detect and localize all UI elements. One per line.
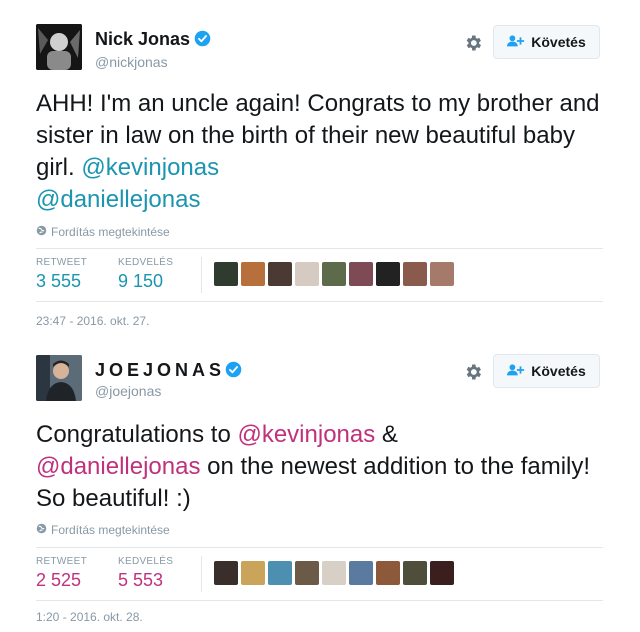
verified-badge-icon xyxy=(225,361,242,383)
tweet-text: Congratulations to @kevinjonas & @daniel… xyxy=(36,421,591,512)
like-label: KEDVELÉS xyxy=(118,556,174,567)
liker-avatars xyxy=(214,561,454,585)
retweet-count: 3 555 xyxy=(36,271,82,291)
mention-link[interactable]: @daniellejonas xyxy=(36,453,200,480)
tweet-nickjonas: Nick Jonas @nickjonas Követés AHH! I'm a… xyxy=(0,0,640,335)
liker-avatar[interactable] xyxy=(349,262,373,286)
tweet-stats: RETWEET 3 555 KEDVELÉS 9 150 xyxy=(36,248,603,302)
liker-avatar[interactable] xyxy=(268,561,292,585)
liker-avatar[interactable] xyxy=(295,262,319,286)
follow-person-plus-icon xyxy=(507,363,525,380)
liker-avatar[interactable] xyxy=(295,561,319,585)
liker-avatar[interactable] xyxy=(403,561,427,585)
liker-avatar[interactable] xyxy=(214,561,238,585)
author-name[interactable]: Nick Jonas xyxy=(95,29,211,52)
tweet-timestamp[interactable]: 23:47 - 2016. okt. 27. xyxy=(36,314,149,328)
author-avatar[interactable] xyxy=(36,355,82,401)
retweet-count: 2 525 xyxy=(36,570,82,590)
like-stat[interactable]: KEDVELÉS 5 553 xyxy=(118,556,173,591)
stats-divider xyxy=(201,556,202,592)
author-avatar[interactable] xyxy=(36,24,82,70)
liker-avatar[interactable] xyxy=(430,262,454,286)
liker-avatar[interactable] xyxy=(376,262,400,286)
tweet-stats: RETWEET 2 525 KEDVELÉS 5 553 xyxy=(36,547,603,601)
liker-avatar[interactable] xyxy=(403,262,427,286)
liker-avatar[interactable] xyxy=(376,561,400,585)
author-name[interactable]: JOEJONAS xyxy=(95,360,242,383)
retweet-label: RETWEET xyxy=(36,257,87,268)
liker-avatar[interactable] xyxy=(241,262,265,286)
gear-icon[interactable] xyxy=(463,362,483,382)
liker-avatar[interactable] xyxy=(214,262,238,286)
follow-button[interactable]: Követés xyxy=(493,25,600,59)
liker-avatar[interactable] xyxy=(349,561,373,585)
follow-label: Követés xyxy=(531,34,586,50)
tweet-text: AHH! I'm an uncle again! Congrats to my … xyxy=(36,90,600,213)
translate-link[interactable]: Fordítás megtekintése xyxy=(36,225,170,239)
retweet-stat[interactable]: RETWEET 2 525 xyxy=(36,556,87,591)
liker-avatars xyxy=(214,262,454,286)
like-stat[interactable]: KEDVELÉS 9 150 xyxy=(118,257,173,292)
liker-avatar[interactable] xyxy=(268,262,292,286)
retweet-label: RETWEET xyxy=(36,556,87,567)
author-handle[interactable]: @joejonas xyxy=(95,383,161,399)
globe-icon xyxy=(36,225,47,239)
liker-avatar[interactable] xyxy=(430,561,454,585)
stats-divider xyxy=(201,257,202,293)
globe-icon xyxy=(36,523,47,537)
follow-person-plus-icon xyxy=(507,34,525,51)
retweet-stat[interactable]: RETWEET 3 555 xyxy=(36,257,87,292)
mention-link[interactable]: @kevinjonas xyxy=(81,154,219,181)
liker-avatar[interactable] xyxy=(322,561,346,585)
translate-link[interactable]: Fordítás megtekintése xyxy=(36,523,170,537)
follow-label: Követés xyxy=(531,363,586,379)
gear-icon[interactable] xyxy=(463,33,483,53)
like-count: 9 150 xyxy=(118,271,164,291)
author-handle[interactable]: @nickjonas xyxy=(95,54,168,70)
mention-link[interactable]: @daniellejonas xyxy=(36,186,200,213)
like-label: KEDVELÉS xyxy=(118,257,174,268)
tweet-joejonas: JOEJONAS @joejonas Követés Congratulatio… xyxy=(0,335,640,632)
liker-avatar[interactable] xyxy=(322,262,346,286)
like-count: 5 553 xyxy=(118,570,164,590)
follow-button[interactable]: Követés xyxy=(493,354,600,388)
liker-avatar[interactable] xyxy=(241,561,265,585)
mention-link[interactable]: @kevinjonas xyxy=(237,421,375,448)
tweet-timestamp[interactable]: 1:20 - 2016. okt. 28. xyxy=(36,610,143,624)
verified-badge-icon xyxy=(194,30,211,52)
